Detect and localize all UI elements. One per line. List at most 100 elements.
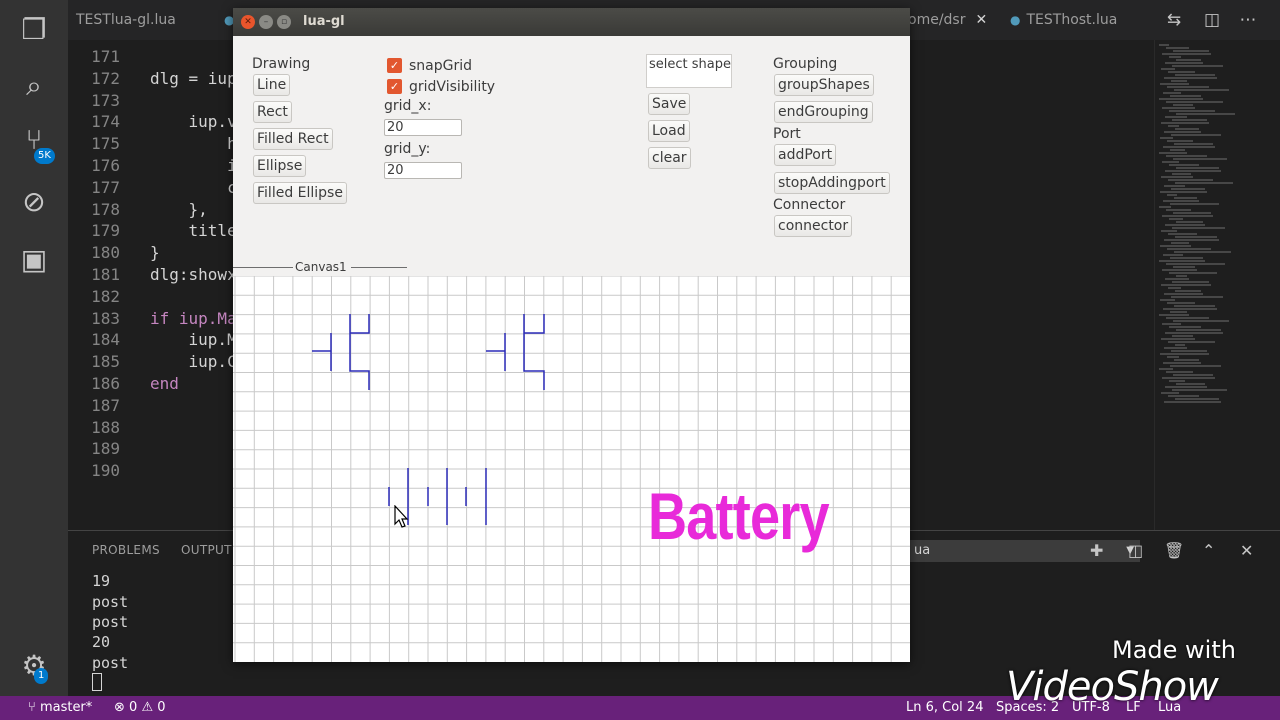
- snap-grid-checkbox[interactable]: ✓: [387, 58, 402, 73]
- minimize-window-icon[interactable]: –: [259, 15, 273, 29]
- group-shapes-button[interactable]: groupShapes: [774, 74, 874, 96]
- line-number: 177: [91, 177, 120, 197]
- transistor-shape[interactable]: [312, 314, 370, 390]
- code-text: dlg:showx: [150, 265, 237, 284]
- terminal-cursor: [92, 673, 102, 691]
- more-actions-icon[interactable]: ⋯: [1236, 8, 1260, 32]
- clear-button[interactable]: clear: [648, 147, 691, 169]
- add-port-button[interactable]: addPort: [774, 144, 837, 166]
- code-line[interactable]: 189: [68, 438, 150, 460]
- line-number: 185: [91, 352, 120, 372]
- canvas-title: Canvas1: [295, 260, 347, 274]
- stop-adding-port-button[interactable]: stopAddingport: [774, 172, 890, 194]
- code-line[interactable]: 187: [68, 395, 150, 417]
- code-line[interactable]: 182: [68, 286, 150, 308]
- ellipse-button[interactable]: Ellipse: [253, 155, 307, 177]
- line-number: 172: [91, 68, 120, 88]
- line-button[interactable]: Line: [253, 74, 291, 96]
- code-line[interactable]: 176 i: [68, 155, 237, 177]
- dialog-titlebar[interactable]: ✕ – ▫ lua-gl: [233, 8, 910, 36]
- code-line[interactable]: 173: [68, 90, 150, 112]
- end-grouping-button[interactable]: endGrouping: [774, 101, 873, 123]
- code-line[interactable]: 175 h: [68, 133, 237, 155]
- code-text: iup.C: [150, 352, 237, 372]
- output-line: 19: [92, 572, 111, 590]
- close-window-icon[interactable]: ✕: [241, 15, 255, 29]
- filled-rect-button[interactable]: Filled Rect: [253, 128, 333, 150]
- debug-icon[interactable]: ⊘: [18, 186, 50, 218]
- dialog-title: lua-gl: [303, 14, 345, 29]
- code-text: iup.M: [150, 330, 237, 350]
- code-line[interactable]: 188: [68, 417, 150, 439]
- cursor-position[interactable]: Ln 6, Col 24: [906, 696, 983, 720]
- tab-problems[interactable]: PROBLEMS: [92, 543, 160, 557]
- search-icon[interactable]: ⌕: [18, 70, 50, 102]
- compare-icon[interactable]: ⇆: [1162, 8, 1186, 32]
- tab-output[interactable]: OUTPUT: [181, 543, 232, 557]
- problems-status[interactable]: ⊗ 0 ⚠ 0: [114, 696, 166, 720]
- line-number: 173: [91, 90, 120, 110]
- code-line[interactable]: 186 end: [68, 373, 179, 395]
- explorer-icon[interactable]: ❐: [18, 14, 50, 46]
- output-line: post: [92, 654, 129, 672]
- filled-ellipse-button[interactable]: Filled Ellipse: [253, 182, 347, 204]
- code-line[interactable]: 174 iup.v: [68, 111, 237, 133]
- line-number: 171: [91, 47, 120, 66]
- grid-y-input[interactable]: 20: [384, 162, 462, 179]
- code-line[interactable]: 177 c: [68, 177, 237, 199]
- split-panel-icon[interactable]: ◫: [1128, 541, 1143, 561]
- code-line[interactable]: 172 dlg = iup: [68, 68, 237, 90]
- settings-badge: 1: [34, 668, 49, 684]
- output-channel-select[interactable]: ua ▼: [908, 540, 1140, 562]
- line-number: 187: [91, 395, 120, 415]
- branch-status[interactable]: ⑂ master*: [28, 696, 92, 720]
- code-line[interactable]: 178 },: [68, 199, 208, 221]
- close-icon[interactable]: ✕: [975, 12, 987, 28]
- code-line[interactable]: 184 iup.M: [68, 329, 237, 351]
- line-number: 182: [91, 286, 120, 306]
- code-line[interactable]: 171: [68, 46, 150, 68]
- line-number: 189: [91, 439, 120, 459]
- code-line[interactable]: 183 if iup.Ma: [68, 308, 237, 330]
- connector-heading: Connector: [773, 197, 846, 213]
- output-line: post: [92, 593, 129, 611]
- watermark-videoshow: VideoShow: [1006, 664, 1219, 710]
- line-number: 174: [91, 112, 120, 132]
- grid-visibility-label: gridVisibility: [409, 79, 496, 95]
- tab-testhost[interactable]: ● TESThost.lua: [1010, 0, 1117, 40]
- lua-file-icon: ●: [1010, 13, 1021, 27]
- split-editor-icon[interactable]: ◫: [1200, 8, 1224, 32]
- add-icon[interactable]: ✚: [1090, 541, 1103, 561]
- code-line[interactable]: 180}: [68, 242, 160, 264]
- code-line[interactable]: 179 title: [68, 220, 237, 242]
- grid: [233, 275, 910, 662]
- rect-button[interactable]: Rect: [253, 101, 292, 123]
- transistor-shape[interactable]: [486, 314, 545, 390]
- code-line[interactable]: 181 dlg:showx: [68, 264, 237, 286]
- snap-grid-label: snapGrid: [409, 58, 473, 74]
- output-line: 20: [92, 633, 111, 651]
- minimap[interactable]: [1154, 40, 1265, 530]
- select-shape-list[interactable]: select shape: [646, 54, 732, 88]
- trash-icon[interactable]: 🗑: [1164, 541, 1184, 561]
- code-line[interactable]: 190: [68, 460, 150, 482]
- grid-x-input[interactable]: 20: [384, 119, 462, 136]
- grid-visibility-checkbox[interactable]: ✓: [387, 79, 402, 94]
- extensions-icon[interactable]: ▣: [18, 244, 50, 276]
- grid-x-label: grid_x:: [384, 98, 432, 114]
- maximize-window-icon[interactable]: ▫: [277, 15, 291, 29]
- close-panel-icon[interactable]: ✕: [1240, 541, 1253, 561]
- line-number: 184: [91, 330, 120, 350]
- save-button[interactable]: Save: [648, 93, 691, 115]
- line-number: 181: [91, 265, 120, 284]
- port-heading: Port: [773, 126, 801, 142]
- chevron-up-icon[interactable]: ⌃: [1202, 541, 1215, 561]
- code-line[interactable]: 185 iup.C: [68, 351, 237, 373]
- tab-home-dsr[interactable]: ome/dsr ✕: [908, 0, 987, 40]
- tab-testlua-gl[interactable]: TESTlua-gl.lua: [76, 0, 176, 40]
- drawing-canvas[interactable]: [233, 275, 910, 662]
- connector-button[interactable]: connector: [774, 215, 853, 237]
- code-text: c: [150, 177, 237, 197]
- battery-caption: Battery: [648, 479, 830, 553]
- load-button[interactable]: Load: [648, 120, 690, 142]
